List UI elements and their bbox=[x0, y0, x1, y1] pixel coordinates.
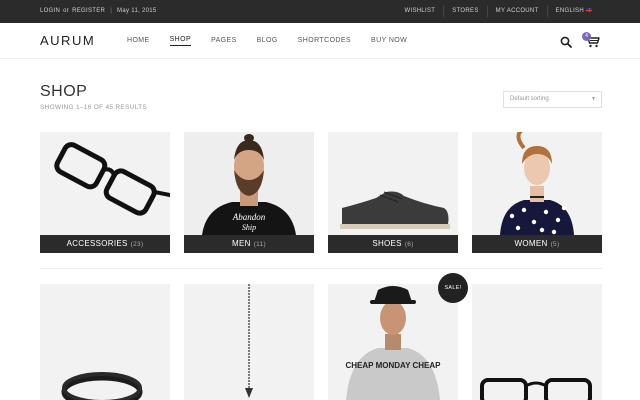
nav-shortcodes[interactable]: SHORTCODES bbox=[298, 37, 351, 46]
current-date: May 11, 2015 bbox=[117, 8, 157, 14]
category-label: SHOES (6) bbox=[328, 235, 458, 253]
sale-badge: SALE! bbox=[438, 273, 468, 303]
sorting-select[interactable]: Default sorting ▼ bbox=[503, 91, 602, 108]
main-nav: HOME SHOP PAGES BLOG SHORTCODES BUY NOW bbox=[127, 23, 427, 59]
eyeglasses-image bbox=[40, 132, 170, 235]
nav-shop[interactable]: SHOP bbox=[169, 36, 192, 46]
category-name: WOMEN bbox=[514, 239, 548, 248]
chevron-down-icon: ▼ bbox=[591, 96, 596, 102]
category-count: (11) bbox=[253, 241, 266, 248]
language-selector[interactable]: ENGLISH bbox=[546, 6, 600, 17]
category-men[interactable]: Abandon Ship MEN (11) bbox=[184, 132, 314, 253]
man-sweatshirt-image: CHEAP MONDAY CHEAP bbox=[328, 284, 458, 400]
wishlist-link[interactable]: WISHLIST bbox=[397, 6, 444, 17]
woman-model-image bbox=[472, 132, 602, 235]
product-card-bracelet[interactable] bbox=[40, 284, 170, 400]
top-bar-links: WISHLIST STORES MY ACCOUNT ENGLISH bbox=[397, 0, 600, 23]
svg-text:Ship: Ship bbox=[242, 223, 256, 232]
language-label: ENGLISH bbox=[555, 8, 584, 14]
nav-pages[interactable]: PAGES bbox=[211, 37, 237, 46]
category-name: MEN bbox=[232, 239, 251, 248]
search-icon[interactable] bbox=[560, 36, 572, 48]
top-bar-left: LOGIN or REGISTER | May 11, 2015 bbox=[40, 0, 157, 23]
page-title: SHOP bbox=[40, 83, 88, 100]
uk-flag-icon bbox=[586, 8, 592, 13]
nav-home[interactable]: HOME bbox=[127, 37, 150, 46]
top-bar-separator: | bbox=[110, 8, 113, 14]
svg-text:Abandon: Abandon bbox=[232, 212, 266, 222]
category-count: (6) bbox=[404, 241, 414, 248]
category-label: ACCESSORIES (23) bbox=[40, 235, 170, 253]
category-label: WOMEN (5) bbox=[472, 235, 602, 253]
leather-bracelet-image bbox=[40, 284, 170, 400]
shoe-image bbox=[328, 132, 458, 235]
nav-blog[interactable]: BLOG bbox=[257, 37, 278, 46]
category-women[interactable]: WOMEN (5) bbox=[472, 132, 602, 253]
site-logo[interactable]: AURUM bbox=[40, 33, 95, 48]
section-divider bbox=[40, 268, 602, 269]
result-count: SHOWING 1–16 OF 45 RESULTS bbox=[40, 104, 148, 111]
nav-buy-now[interactable]: BUY NOW bbox=[371, 37, 407, 46]
or-text: or bbox=[63, 8, 70, 14]
register-link[interactable]: REGISTER bbox=[72, 0, 105, 23]
category-shoes[interactable]: SHOES (6) bbox=[328, 132, 458, 253]
category-name: SHOES bbox=[372, 239, 402, 248]
category-count: (5) bbox=[550, 241, 560, 248]
my-account-link[interactable]: MY ACCOUNT bbox=[486, 6, 547, 17]
sorting-value: Default sorting bbox=[510, 96, 549, 102]
category-name: ACCESSORIES bbox=[66, 239, 128, 248]
category-accessories[interactable]: ACCESSORIES (23) bbox=[40, 132, 170, 253]
product-card-necklace[interactable] bbox=[184, 284, 314, 400]
shirt-print: CHEAP MONDAY CHEAP bbox=[346, 361, 442, 370]
top-bar: LOGIN or REGISTER | May 11, 2015 WISHLIS… bbox=[0, 0, 640, 23]
eyeglasses-image bbox=[472, 284, 602, 400]
product-card-glasses[interactable] bbox=[472, 284, 602, 400]
cart-count-badge: 4 bbox=[582, 32, 591, 41]
necklace-image bbox=[184, 284, 314, 400]
site-header: AURUM HOME SHOP PAGES BLOG SHORTCODES BU… bbox=[0, 23, 640, 59]
login-link[interactable]: LOGIN bbox=[40, 0, 60, 23]
category-label: MEN (11) bbox=[184, 235, 314, 253]
product-card-sweatshirt[interactable]: CHEAP MONDAY CHEAP bbox=[328, 284, 458, 400]
stores-link[interactable]: STORES bbox=[443, 6, 486, 17]
category-count: (23) bbox=[130, 241, 144, 248]
man-model-image: Abandon Ship bbox=[184, 132, 314, 235]
